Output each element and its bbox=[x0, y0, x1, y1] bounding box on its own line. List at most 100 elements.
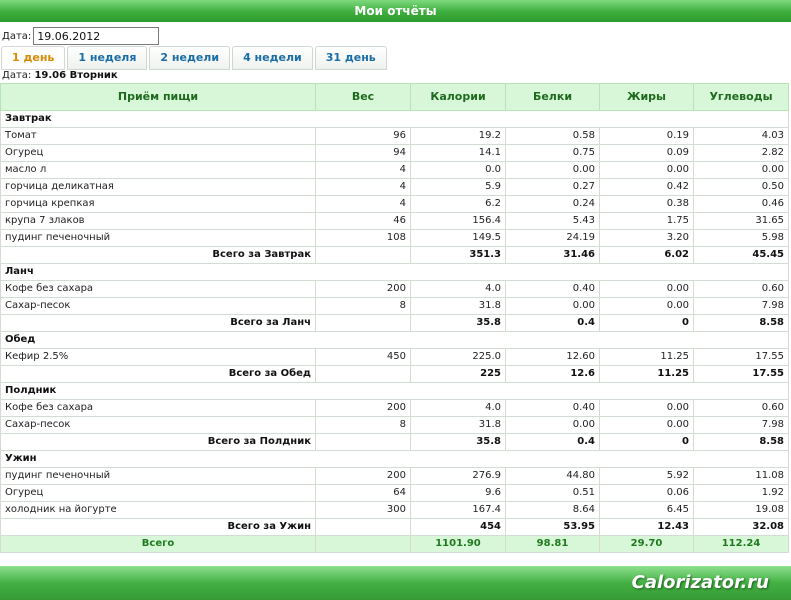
food-name: горчица деликатная bbox=[0, 178, 316, 196]
food-calories: 276.9 bbox=[410, 467, 506, 485]
column-header-protein[interactable]: Белки bbox=[505, 83, 600, 111]
meal-total-weight bbox=[315, 246, 411, 264]
meal-section-row: Ужин bbox=[0, 450, 789, 468]
food-fat: 0.06 bbox=[599, 484, 694, 502]
food-carbs: 1.92 bbox=[693, 484, 789, 502]
table-row[interactable]: Кофе без сахара 200 4.0 0.40 0.00 0.60 bbox=[0, 280, 789, 298]
meal-total-calories: 351.3 bbox=[410, 246, 506, 264]
table-row[interactable]: Сахар-песок 8 31.8 0.00 0.00 7.98 bbox=[0, 297, 789, 315]
table-row[interactable]: Огурец 94 14.1 0.75 0.09 2.82 bbox=[0, 144, 789, 162]
food-calories: 6.2 bbox=[410, 195, 506, 213]
food-weight: 300 bbox=[315, 501, 411, 519]
column-header-calories[interactable]: Калории bbox=[410, 83, 506, 111]
table-header-row: Приём пищи Вес Калории Белки Жиры Углево… bbox=[0, 83, 789, 111]
table-row[interactable]: Кофе без сахара 200 4.0 0.40 0.00 0.60 bbox=[0, 399, 789, 417]
table-row[interactable]: пудинг печеночный 200 276.9 44.80 5.92 11.08 bbox=[0, 467, 789, 485]
food-calories: 225.0 bbox=[410, 348, 506, 366]
tab-1-day[interactable]: 1 день bbox=[1, 46, 66, 70]
tab-2-weeks[interactable]: 2 недели bbox=[149, 46, 231, 70]
food-weight: 200 bbox=[315, 467, 411, 485]
food-calories: 4.0 bbox=[410, 399, 506, 417]
food-weight: 64 bbox=[315, 484, 411, 502]
meal-total-protein: 12.6 bbox=[505, 365, 600, 383]
table-row[interactable]: масло л 4 0.0 0.00 0.00 0.00 bbox=[0, 161, 789, 179]
table-row[interactable]: Томат 96 19.2 0.58 0.19 4.03 bbox=[0, 127, 789, 145]
meal-total-label: Всего за Ланч bbox=[0, 314, 316, 332]
report-body: Завтрак Томат 96 19.2 0.58 0.19 4.03 Огурец 94 14… bbox=[0, 110, 789, 536]
food-carbs: 0.46 bbox=[693, 195, 789, 213]
date-input[interactable] bbox=[33, 27, 160, 45]
column-header-fat[interactable]: Жиры bbox=[599, 83, 694, 111]
food-fat: 0.19 bbox=[599, 127, 694, 145]
meal-total-label: Всего за Ужин bbox=[0, 518, 316, 536]
food-name: Кофе без сахара bbox=[0, 399, 316, 417]
table-row[interactable]: пудинг печеночный 108 149.5 24.19 3.20 5.98 bbox=[0, 229, 789, 247]
date-filter: Дата: bbox=[2, 27, 160, 45]
food-protein: 0.75 bbox=[505, 144, 600, 162]
food-calories: 167.4 bbox=[410, 501, 506, 519]
food-weight: 200 bbox=[315, 399, 411, 417]
food-fat: 0.00 bbox=[599, 416, 694, 434]
food-fat: 0.00 bbox=[599, 399, 694, 417]
column-header-carbs[interactable]: Углеводы bbox=[693, 83, 789, 111]
report-table: Приём пищи Вес Калории Белки Жиры Углево… bbox=[0, 83, 789, 553]
column-header-weight[interactable]: Вес bbox=[315, 83, 411, 111]
meal-total-protein: 0.4 bbox=[505, 314, 600, 332]
food-protein: 8.64 bbox=[505, 501, 600, 519]
meal-total-row: Всего за Завтрак 351.3 31.46 6.02 45.45 bbox=[0, 246, 789, 264]
column-header-meal[interactable]: Приём пищи bbox=[0, 83, 316, 111]
meal-total-weight bbox=[315, 365, 411, 383]
meal-total-calories: 35.8 bbox=[410, 433, 506, 451]
table-row[interactable]: Огурец 64 9.6 0.51 0.06 1.92 bbox=[0, 484, 789, 502]
table-row[interactable]: холодник на йогурте 300 167.4 8.64 6.45 19.08 bbox=[0, 501, 789, 519]
food-name: Огурец bbox=[0, 144, 316, 162]
food-name: холодник на йогурте bbox=[0, 501, 316, 519]
tab-31-days[interactable]: 31 день bbox=[314, 46, 387, 70]
food-name: горчица крепкая bbox=[0, 195, 316, 213]
food-protein: 24.19 bbox=[505, 229, 600, 247]
food-protein: 0.00 bbox=[505, 416, 600, 434]
food-name: Сахар-песок bbox=[0, 416, 316, 434]
food-name: Сахар-песок bbox=[0, 297, 316, 315]
table-row[interactable]: Кефир 2.5% 450 225.0 12.60 11.25 17.55 bbox=[0, 348, 789, 366]
meal-name: Ланч bbox=[0, 263, 789, 281]
food-protein: 0.40 bbox=[505, 399, 600, 417]
meal-total-fat: 12.43 bbox=[599, 518, 694, 536]
food-fat: 0.00 bbox=[599, 280, 694, 298]
food-carbs: 0.50 bbox=[693, 178, 789, 196]
meal-total-fat: 11.25 bbox=[599, 365, 694, 383]
meal-total-protein: 31.46 bbox=[505, 246, 600, 264]
date-label: Дата: bbox=[2, 30, 32, 42]
food-weight: 8 bbox=[315, 297, 411, 315]
table-row[interactable]: горчица деликатная 4 5.9 0.27 0.42 0.50 bbox=[0, 178, 789, 196]
meal-total-carbs: 32.08 bbox=[693, 518, 789, 536]
meal-name: Полдник bbox=[0, 382, 789, 400]
table-row[interactable]: Сахар-песок 8 31.8 0.00 0.00 7.98 bbox=[0, 416, 789, 434]
grand-total-label: Всего bbox=[0, 535, 316, 553]
food-fat: 0.00 bbox=[599, 161, 694, 179]
table-row[interactable]: горчица крепкая 4 6.2 0.24 0.38 0.46 bbox=[0, 195, 789, 213]
grand-total-weight bbox=[315, 535, 411, 553]
food-fat: 0.09 bbox=[599, 144, 694, 162]
food-carbs: 7.98 bbox=[693, 416, 789, 434]
grand-total-protein: 98.81 bbox=[505, 535, 600, 553]
tab-1-week[interactable]: 1 неделя bbox=[67, 46, 148, 70]
table-row[interactable]: крупа 7 злаков 46 156.4 5.43 1.75 31.65 bbox=[0, 212, 789, 230]
day-info-label: Дата: bbox=[2, 70, 32, 81]
grand-total-carbs: 112.24 bbox=[693, 535, 789, 553]
meal-section-row: Полдник bbox=[0, 382, 789, 400]
meal-total-protein: 53.95 bbox=[505, 518, 600, 536]
food-protein: 0.51 bbox=[505, 484, 600, 502]
food-fat: 0.00 bbox=[599, 297, 694, 315]
meal-total-label: Всего за Обед bbox=[0, 365, 316, 383]
meal-total-row: Всего за Ланч 35.8 0.4 0 8.58 bbox=[0, 314, 789, 332]
meal-section-row: Завтрак bbox=[0, 110, 789, 128]
food-weight: 200 bbox=[315, 280, 411, 298]
food-name: крупа 7 злаков bbox=[0, 212, 316, 230]
tab-4-weeks[interactable]: 4 недели bbox=[232, 46, 313, 70]
food-protein: 5.43 bbox=[505, 212, 600, 230]
food-fat: 0.38 bbox=[599, 195, 694, 213]
grand-total-row: Всего 1101.90 98.81 29.70 112.24 bbox=[0, 535, 789, 553]
food-carbs: 0.60 bbox=[693, 280, 789, 298]
meal-name: Ужин bbox=[0, 450, 789, 468]
